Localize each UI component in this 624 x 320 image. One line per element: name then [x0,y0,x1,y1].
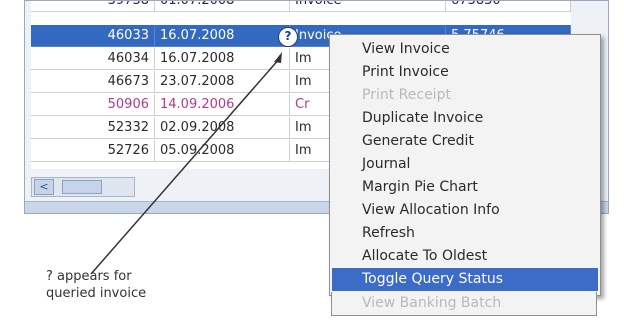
arrowhead-icon [274,52,282,63]
callout-line-1: ? appears for [46,269,132,284]
callout-text: ? appears for queried invoice [46,268,206,302]
callout-line [90,57,281,275]
callout-line-2: queried invoice [46,286,147,301]
